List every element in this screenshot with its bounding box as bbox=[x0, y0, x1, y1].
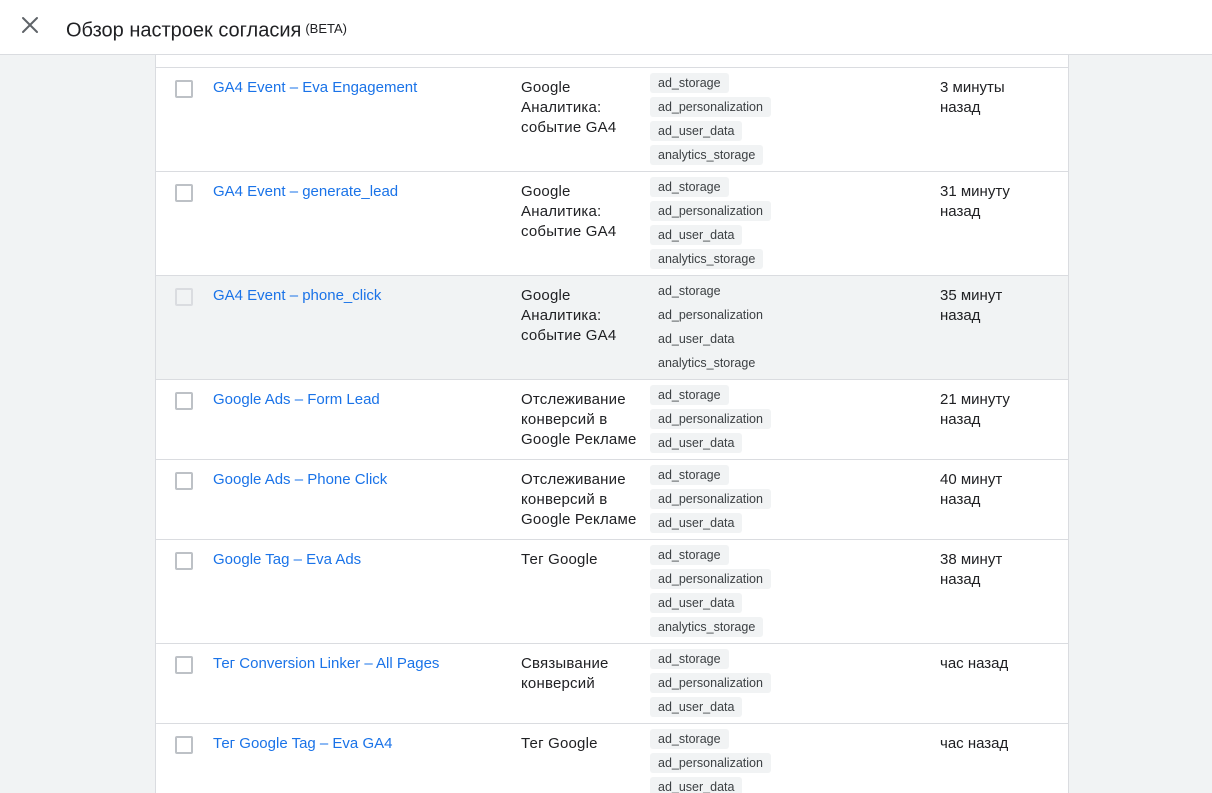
consent-chip: ad_personalization bbox=[650, 569, 771, 589]
consent-chip: ad_storage bbox=[650, 465, 729, 485]
tag-type: Связывание конверсий bbox=[521, 655, 609, 692]
page-title: Обзор настроек согласия (BETA) bbox=[66, 11, 347, 45]
consent-chip: ad_personalization bbox=[650, 97, 771, 117]
consent-chip: ad_user_data bbox=[650, 513, 743, 533]
consent-chips: ad_storage ad_personalization ad_user_da… bbox=[650, 385, 771, 457]
consent-chips: ad_storage ad_personalization ad_user_da… bbox=[650, 649, 771, 721]
consent-chip: ad_personalization bbox=[658, 308, 763, 322]
consent-chip: ad_storage bbox=[658, 284, 721, 298]
row-checkbox[interactable] bbox=[175, 392, 193, 410]
last-modified: 31 минуту назад bbox=[940, 183, 1010, 220]
last-modified: час назад bbox=[940, 655, 1009, 672]
table-row-hovered: GA4 Event – phone_click Google Аналитика… bbox=[156, 276, 1068, 380]
consent-chip: ad_storage bbox=[650, 177, 729, 197]
consent-chip: ad_storage bbox=[650, 729, 729, 749]
tag-name-link[interactable]: GA4 Event – Eva Engagement bbox=[213, 78, 417, 98]
consent-chip: analytics_storage bbox=[650, 249, 764, 269]
tag-type: Google Аналитика: событие GA4 bbox=[521, 287, 617, 344]
consent-chips: ad_storage ad_personalization ad_user_da… bbox=[650, 465, 771, 537]
tag-type: Тег Google bbox=[521, 551, 598, 568]
row-checkbox[interactable] bbox=[175, 472, 193, 490]
consent-chip: ad_user_data bbox=[650, 121, 743, 141]
row-checkbox[interactable] bbox=[175, 656, 193, 674]
tag-name-link[interactable]: Google Tag – Eva Ads bbox=[213, 550, 361, 570]
consent-chip: analytics_storage bbox=[650, 617, 764, 637]
table-row: GA4 Event – Eva Engagement Google Аналит… bbox=[156, 68, 1068, 172]
consent-chip: ad_user_data bbox=[650, 593, 743, 613]
consent-chip: analytics_storage bbox=[658, 356, 756, 370]
consent-chips: ad_storage ad_personalization ad_user_da… bbox=[650, 73, 771, 169]
last-modified: час назад bbox=[940, 735, 1009, 752]
consent-chip: ad_user_data bbox=[650, 697, 743, 717]
tag-type: Google Аналитика: событие GA4 bbox=[521, 183, 617, 240]
consent-chip: ad_user_data bbox=[650, 225, 743, 245]
consent-chips: ad_storage ad_personalization ad_user_da… bbox=[650, 729, 771, 793]
tag-name-link[interactable]: GA4 Event – phone_click bbox=[213, 286, 381, 306]
consent-chip: ad_storage bbox=[650, 649, 729, 669]
consent-chip: ad_personalization bbox=[650, 753, 771, 773]
table-row: GA4 Event – generate_lead Google Аналити… bbox=[156, 172, 1068, 276]
consent-chip: ad_user_data bbox=[658, 332, 735, 346]
consent-chip: ad_personalization bbox=[650, 409, 771, 429]
row-checkbox[interactable] bbox=[175, 552, 193, 570]
table-row: Google Ads – Phone Click Отслеживание ко… bbox=[156, 460, 1068, 540]
consent-chips: ad_storage ad_personalization ad_user_da… bbox=[650, 281, 771, 377]
consent-chip: ad_user_data bbox=[650, 433, 743, 453]
last-modified: 21 минуту назад bbox=[940, 391, 1010, 428]
consent-chip: ad_personalization bbox=[650, 489, 771, 509]
row-checkbox[interactable] bbox=[175, 80, 193, 98]
consent-chip: ad_user_data bbox=[650, 777, 743, 793]
consent-chips: ad_storage ad_personalization ad_user_da… bbox=[650, 177, 771, 273]
consent-tag-list: GA4 Event – Eva Engagement Google Аналит… bbox=[155, 55, 1069, 793]
last-modified: 38 минут назад bbox=[940, 551, 1003, 588]
list-top-divider bbox=[156, 55, 1068, 68]
row-checkbox[interactable] bbox=[175, 288, 193, 306]
tag-name-link[interactable]: Тег Google Tag – Eva GA4 bbox=[213, 734, 392, 754]
row-checkbox[interactable] bbox=[175, 184, 193, 202]
consent-chip: ad_storage bbox=[650, 73, 729, 93]
tag-name-link[interactable]: Тег Conversion Linker – All Pages bbox=[213, 654, 439, 674]
row-checkbox[interactable] bbox=[175, 736, 193, 754]
tag-type: Отслеживание конверсий в Google Рекламе bbox=[521, 471, 637, 528]
consent-chip: ad_storage bbox=[650, 385, 729, 405]
consent-chip: ad_personalization bbox=[650, 673, 771, 693]
beta-badge: (BETA) bbox=[305, 21, 347, 36]
consent-chip: analytics_storage bbox=[650, 145, 764, 165]
consent-chips: ad_storage ad_personalization ad_user_da… bbox=[650, 545, 771, 641]
tag-name-link[interactable]: GA4 Event – generate_lead bbox=[213, 182, 398, 202]
table-row: Google Tag – Eva Ads Тег Google ad_stora… bbox=[156, 540, 1068, 644]
last-modified: 40 минут назад bbox=[940, 471, 1003, 508]
consent-chip: ad_personalization bbox=[650, 201, 771, 221]
page-title-text: Обзор настроек согласия bbox=[66, 19, 302, 42]
table-row: Google Ads – Form Lead Отслеживание конв… bbox=[156, 380, 1068, 460]
tag-type: Отслеживание конверсий в Google Рекламе bbox=[521, 391, 637, 448]
tag-type: Тег Google bbox=[521, 735, 598, 752]
table-row: Тег Conversion Linker – All Pages Связыв… bbox=[156, 644, 1068, 724]
close-button[interactable] bbox=[14, 9, 46, 41]
tag-type: Google Аналитика: событие GA4 bbox=[521, 79, 617, 136]
last-modified: 35 минут назад bbox=[940, 287, 1003, 324]
consent-chip: ad_storage bbox=[650, 545, 729, 565]
tag-name-link[interactable]: Google Ads – Form Lead bbox=[213, 390, 380, 410]
last-modified: 3 минуты назад bbox=[940, 79, 1005, 116]
table-row: Тег Google Tag – Eva GA4 Тег Google ad_s… bbox=[156, 724, 1068, 793]
header-bar: Обзор настроек согласия (BETA) bbox=[0, 0, 1212, 55]
close-icon bbox=[22, 17, 38, 33]
tag-name-link[interactable]: Google Ads – Phone Click bbox=[213, 470, 387, 490]
